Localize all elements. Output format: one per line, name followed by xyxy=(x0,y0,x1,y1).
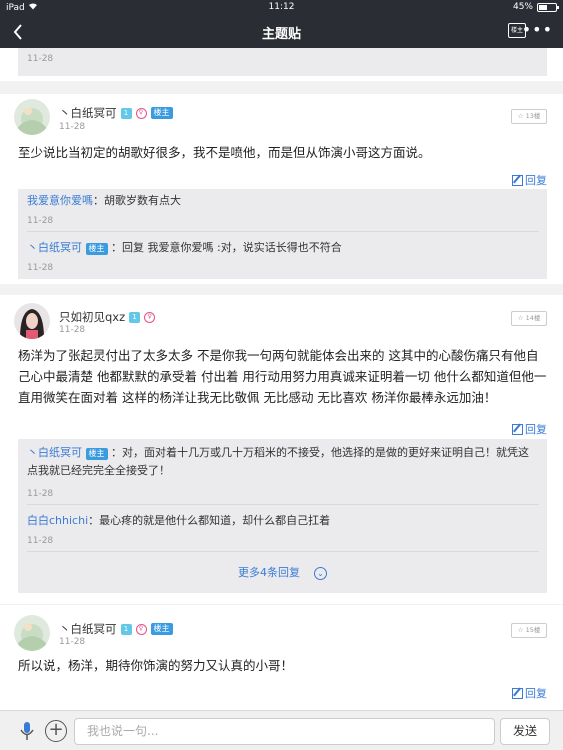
reply-time: 11-28 xyxy=(27,263,54,273)
divider xyxy=(27,231,539,232)
status-bar: iPad 11:12 45% xyxy=(0,0,563,16)
reply-button[interactable]: 回复 xyxy=(512,421,547,437)
post-time: 11-28 xyxy=(59,637,86,647)
more-replies-button[interactable]: 更多4条回复 ⌄ xyxy=(18,564,547,580)
reply-box: 丶白纸冥可 楼主 ：对，面对着十几万或几十万稻米的不接受，他选择的是做的更好来证… xyxy=(18,439,547,593)
floor-number: ☆ 13楼 xyxy=(511,109,547,124)
floor-number: ☆ 14楼 xyxy=(511,311,547,326)
page-title: 主题贴 xyxy=(261,27,301,42)
level-badge: 1 xyxy=(129,311,141,323)
chevron-down-icon: ⌄ xyxy=(314,567,327,580)
post-time: 11-28 xyxy=(59,122,86,132)
owner-badge: 楼主 xyxy=(85,448,108,460)
post-time: 11-28 xyxy=(59,325,86,335)
reply-item[interactable]: 丶白纸冥可 楼主 ：回复 我爱意你爱嗎 :对，说实话长得也不符合 xyxy=(27,239,539,257)
reply-time: 11-28 xyxy=(27,536,54,546)
reply-button[interactable]: 回复 xyxy=(512,172,547,188)
reply-author: 丶白纸冥可 xyxy=(27,446,82,459)
thumb-icon: ☆ xyxy=(517,314,524,322)
reply-author: 丶白纸冥可 xyxy=(27,241,82,254)
reply-author: 白白chhichi xyxy=(27,514,89,527)
comment-input[interactable]: 我也说一句... xyxy=(74,718,495,745)
reply-box: 我爱意你爱嗎：胡歌岁数有点大 11-28 丶白纸冥可 楼主 ：回复 我爱意你爱嗎… xyxy=(18,189,547,279)
send-button[interactable]: 发送 xyxy=(500,718,550,745)
post-text: 至少说比当初定的胡歌好很多，我不是喷他，而是但从饰演小哥这方面说。 xyxy=(18,145,431,160)
female-icon: ♀ xyxy=(135,623,147,635)
thumb-icon: ☆ xyxy=(517,112,524,120)
more-icon[interactable]: ••• xyxy=(522,20,553,39)
divider xyxy=(27,504,539,505)
post-floor-15: 丶白纸冥可 1 ♀ 楼主 11-28 ☆ 15楼 所以说，杨洋，期待你饰演的努力… xyxy=(0,605,563,710)
reply-text: ：回复 我爱意你爱嗎 :对，说实话长得也不符合 xyxy=(111,241,342,254)
post-floor-14: 只如初见qxz 1 ♀ 11-28 ☆ 14楼 杨洋为了张起灵付出了太多太多 不… xyxy=(0,295,563,604)
reply-item[interactable]: 白白chhichi：最心疼的就是他什么都知道，却什么都自己扛着 xyxy=(27,512,539,530)
reply-text: ：胡歌岁数有点大 xyxy=(93,194,181,207)
divider xyxy=(27,551,539,552)
thread-content: 11-28 丶白纸冥可 1 ♀ 楼主 11-28 ☆ 13楼 至少说比当初定的胡… xyxy=(0,48,563,710)
reply-box: 11-28 xyxy=(18,48,547,76)
reply-item[interactable]: 丶白纸冥可 楼主 ：对，面对着十几万或几十万稻米的不接受，他选择的是做的更好来证… xyxy=(27,444,539,480)
reply-author: 我爱意你爱嗎 xyxy=(27,194,93,207)
reply-time: 11-28 xyxy=(27,54,54,64)
comment-bar: + 我也说一句... 发送 xyxy=(0,710,563,750)
author-name[interactable]: 丶白纸冥可 xyxy=(59,621,117,637)
owner-badge: 楼主 xyxy=(150,623,173,635)
microphone-icon[interactable] xyxy=(16,720,38,742)
reply-time: 11-28 xyxy=(27,216,54,226)
level-badge: 1 xyxy=(120,107,132,119)
edit-icon xyxy=(512,174,523,186)
post-text: 杨洋为了张起灵付出了太多太多 不是你我一句两句就能体会出来的 这其中的心酸伤痛只… xyxy=(18,348,547,405)
author-name[interactable]: 只如初见qxz xyxy=(59,309,125,325)
add-icon[interactable]: + xyxy=(45,720,67,742)
clock: 11:12 xyxy=(268,2,295,12)
avatar[interactable] xyxy=(14,615,50,651)
thumb-icon: ☆ xyxy=(517,626,524,634)
battery-indicator: 45% xyxy=(513,2,559,12)
author-name[interactable]: 丶白纸冥可 xyxy=(59,105,117,121)
owner-badge: 楼主 xyxy=(150,107,173,119)
reply-text: ：最心疼的就是他什么都知道，却什么都自己扛着 xyxy=(88,514,331,527)
reply-time: 11-28 xyxy=(27,489,54,499)
edit-icon xyxy=(512,423,523,435)
female-icon: ♀ xyxy=(144,311,156,323)
floor-number: ☆ 15楼 xyxy=(511,623,547,638)
reply-item[interactable]: 我爱意你爱嗎：胡歌岁数有点大 xyxy=(27,192,539,210)
post-text: 所以说，杨洋，期待你饰演的努力又认真的小哥！ xyxy=(18,658,294,673)
female-icon: ♀ xyxy=(135,107,147,119)
avatar[interactable] xyxy=(14,303,50,339)
nav-bar: 主题贴 楼主 ••• xyxy=(0,16,563,48)
previous-post-fragment: 11-28 xyxy=(0,48,563,81)
level-badge: 1 xyxy=(120,623,132,635)
battery-icon xyxy=(537,2,559,12)
author-row: 只如初见qxz 1 ♀ xyxy=(59,309,156,325)
author-row: 丶白纸冥可 1 ♀ 楼主 xyxy=(59,105,173,121)
avatar[interactable] xyxy=(14,99,50,135)
edit-icon xyxy=(512,687,523,699)
post-floor-13: 丶白纸冥可 1 ♀ 楼主 11-28 ☆ 13楼 至少说比当初定的胡歌好很多，我… xyxy=(0,94,563,284)
owner-badge: 楼主 xyxy=(85,243,108,255)
author-row: 丶白纸冥可 1 ♀ 楼主 xyxy=(59,621,173,637)
reply-button[interactable]: 回复 xyxy=(512,685,547,701)
